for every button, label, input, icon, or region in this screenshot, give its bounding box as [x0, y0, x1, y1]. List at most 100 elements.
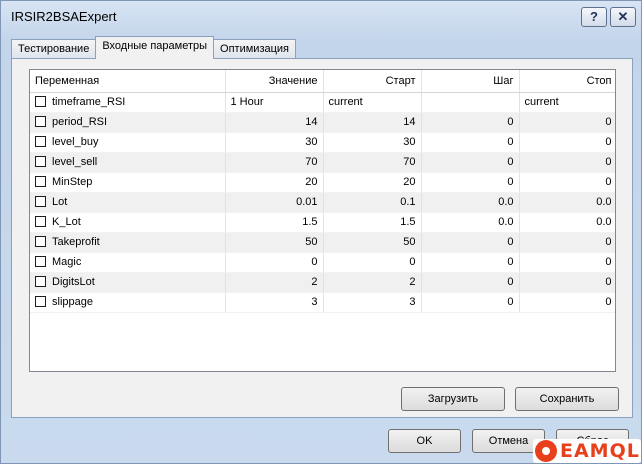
table-row[interactable]: MinStep 20 20 0 0 [30, 172, 615, 193]
load-button[interactable]: Загрузить [401, 387, 505, 411]
step-cell[interactable]: 0.0 [421, 192, 520, 213]
table-row[interactable]: period_RSI 14 14 0 0 [30, 112, 615, 133]
watermark: EAMQL [533, 439, 641, 463]
step-cell[interactable]: 0 [421, 292, 520, 313]
table-row[interactable]: Lot 0.01 0.1 0.0 0.0 [30, 192, 615, 213]
stop-cell[interactable]: 0 [519, 232, 615, 253]
stop-cell[interactable]: 0 [519, 132, 615, 153]
column-header-start[interactable]: Старт [323, 70, 422, 93]
optimize-checkbox[interactable] [35, 256, 46, 267]
optimize-checkbox[interactable] [35, 216, 46, 227]
param-name-cell: MinStep [30, 172, 226, 193]
step-cell[interactable]: 0 [421, 152, 520, 173]
column-header-value[interactable]: Значение [225, 70, 324, 93]
param-name: level_buy [52, 136, 99, 148]
stop-cell[interactable]: current [519, 92, 615, 113]
window-title: IRSIR2BSAExpert [11, 9, 117, 24]
param-name-cell: DigitsLot [30, 272, 226, 293]
value-cell[interactable]: 2 [225, 272, 324, 293]
value-cell[interactable]: 0 [225, 252, 324, 273]
value-cell[interactable]: 1.5 [225, 212, 324, 233]
tab-optimization[interactable]: Оптимизация [213, 39, 297, 59]
stop-cell[interactable]: 0 [519, 152, 615, 173]
dialog-window: IRSIR2BSAExpert ? ✕ Тестирование Входные… [0, 0, 642, 464]
value-cell[interactable]: 1 Hour [225, 92, 324, 113]
stop-cell[interactable]: 0 [519, 112, 615, 133]
value-cell[interactable]: 20 [225, 172, 324, 193]
tab-bar: Тестирование Входные параметры Оптимизац… [11, 36, 297, 59]
table-row[interactable]: K_Lot 1.5 1.5 0.0 0.0 [30, 212, 615, 233]
value-cell[interactable]: 0.01 [225, 192, 324, 213]
step-cell[interactable]: 0 [421, 132, 520, 153]
stop-cell[interactable]: 0 [519, 252, 615, 273]
optimize-checkbox[interactable] [35, 196, 46, 207]
param-name: Magic [52, 256, 82, 268]
step-cell[interactable]: 0 [421, 252, 520, 273]
table-row[interactable]: level_sell 70 70 0 0 [30, 152, 615, 173]
param-name-cell: Magic [30, 252, 226, 273]
param-name: slippage [52, 296, 93, 308]
parameters-table: Переменная Значение Старт Шаг Стоп timef… [29, 69, 616, 372]
stop-cell[interactable]: 0 [519, 272, 615, 293]
start-cell[interactable]: current [323, 92, 422, 113]
start-cell[interactable]: 14 [323, 112, 422, 133]
close-button[interactable]: ✕ [610, 7, 636, 27]
optimize-checkbox[interactable] [35, 236, 46, 247]
start-cell[interactable]: 70 [323, 152, 422, 173]
param-name: period_RSI [52, 116, 108, 128]
start-cell[interactable]: 0 [323, 252, 422, 273]
start-cell[interactable]: 0.1 [323, 192, 422, 213]
optimize-checkbox[interactable] [35, 296, 46, 307]
table-header: Переменная Значение Старт Шаг Стоп [30, 70, 615, 93]
param-name-cell: level_sell [30, 152, 226, 173]
table-row[interactable]: Takeprofit 50 50 0 0 [30, 232, 615, 253]
value-cell[interactable]: 50 [225, 232, 324, 253]
tab-testing[interactable]: Тестирование [11, 39, 97, 59]
value-cell[interactable]: 14 [225, 112, 324, 133]
step-cell[interactable]: 0 [421, 172, 520, 193]
stop-cell[interactable]: 0 [519, 292, 615, 313]
save-button[interactable]: Сохранить [515, 387, 619, 411]
step-cell[interactable]: 0 [421, 232, 520, 253]
column-header-variable[interactable]: Переменная [30, 70, 226, 93]
step-cell[interactable] [421, 92, 520, 113]
optimize-checkbox[interactable] [35, 136, 46, 147]
tab-input-parameters[interactable]: Входные параметры [95, 36, 215, 59]
start-cell[interactable]: 3 [323, 292, 422, 313]
column-header-step[interactable]: Шаг [421, 70, 520, 93]
optimize-checkbox[interactable] [35, 176, 46, 187]
optimize-checkbox[interactable] [35, 96, 46, 107]
optimize-checkbox[interactable] [35, 116, 46, 127]
param-name: Takeprofit [52, 236, 100, 248]
param-name: level_sell [52, 156, 98, 168]
step-cell[interactable]: 0.0 [421, 212, 520, 233]
param-name-cell: timeframe_RSI [30, 92, 226, 113]
start-cell[interactable]: 50 [323, 232, 422, 253]
table-row[interactable]: DigitsLot 2 2 0 0 [30, 272, 615, 293]
optimize-checkbox[interactable] [35, 156, 46, 167]
param-name: Lot [52, 196, 68, 208]
help-button[interactable]: ? [581, 7, 607, 27]
column-header-stop[interactable]: Стоп [519, 70, 615, 93]
value-cell[interactable]: 3 [225, 292, 324, 313]
stop-cell[interactable]: 0 [519, 172, 615, 193]
param-name-cell: Lot [30, 192, 226, 213]
param-name-cell: K_Lot [30, 212, 226, 233]
step-cell[interactable]: 0 [421, 112, 520, 133]
optimize-checkbox[interactable] [35, 276, 46, 287]
stop-cell[interactable]: 0.0 [519, 212, 615, 233]
start-cell[interactable]: 20 [323, 172, 422, 193]
start-cell[interactable]: 1.5 [323, 212, 422, 233]
table-row[interactable]: slippage 3 3 0 0 [30, 292, 615, 313]
step-cell[interactable]: 0 [421, 272, 520, 293]
table-row[interactable]: timeframe_RSI 1 Hour current current [30, 92, 615, 113]
table-row[interactable]: Magic 0 0 0 0 [30, 252, 615, 273]
start-cell[interactable]: 30 [323, 132, 422, 153]
stop-cell[interactable]: 0.0 [519, 192, 615, 213]
start-cell[interactable]: 2 [323, 272, 422, 293]
table-row[interactable]: level_buy 30 30 0 0 [30, 132, 615, 153]
value-cell[interactable]: 30 [225, 132, 324, 153]
value-cell[interactable]: 70 [225, 152, 324, 173]
param-name: DigitsLot [52, 276, 95, 288]
ok-button[interactable]: OK [388, 429, 461, 453]
